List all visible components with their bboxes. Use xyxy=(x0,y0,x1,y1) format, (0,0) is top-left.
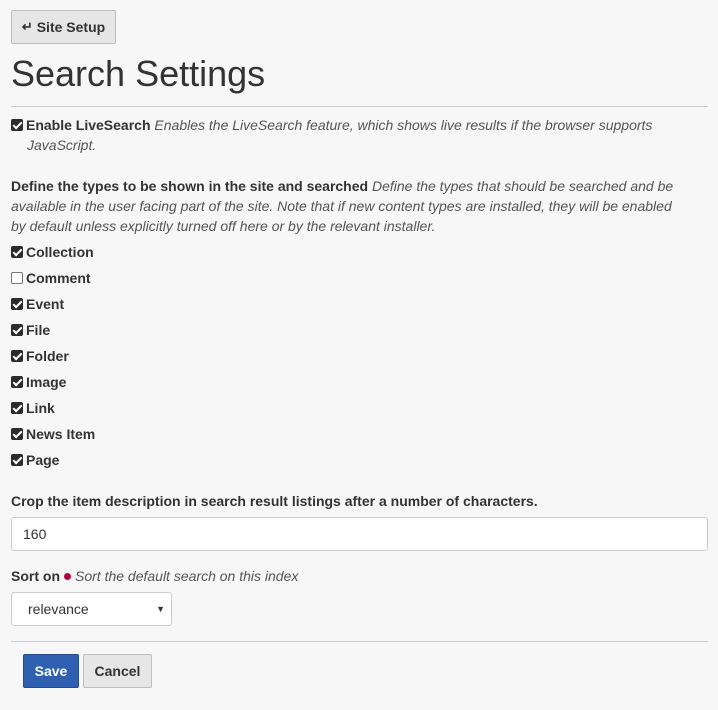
type-row-event[interactable]: Event xyxy=(11,294,64,314)
type-label: News Item xyxy=(26,426,96,442)
sort-select[interactable]: relevance ▼ xyxy=(11,592,172,626)
type-label: Link xyxy=(26,400,55,416)
type-checkbox-image[interactable] xyxy=(11,376,23,388)
type-checkbox-link[interactable] xyxy=(11,402,23,414)
site-setup-button[interactable]: ↵ Site Setup xyxy=(11,10,116,44)
type-row-collection[interactable]: Collection xyxy=(11,242,94,262)
type-row-file[interactable]: File xyxy=(11,320,50,340)
type-checkbox-collection[interactable] xyxy=(11,246,23,258)
cancel-button[interactable]: Cancel xyxy=(83,654,152,688)
type-row-image[interactable]: Image xyxy=(11,372,66,392)
types-help-2: available in the user facing part of the… xyxy=(11,198,672,214)
type-checkbox-folder[interactable] xyxy=(11,350,23,362)
livesearch-help-cont: JavaScript. xyxy=(27,137,97,153)
required-indicator-icon xyxy=(64,573,71,581)
type-label: Comment xyxy=(26,270,91,286)
sort-help: Sort the default search on this index xyxy=(75,568,299,584)
sort-field-label: Sort on Sort the default search on this i… xyxy=(11,566,298,586)
type-label: Image xyxy=(26,374,67,390)
sort-selected-value: relevance xyxy=(28,601,89,617)
livesearch-label: Enable LiveSearch xyxy=(26,117,151,133)
livesearch-checkbox[interactable] xyxy=(11,119,23,131)
save-button[interactable]: Save xyxy=(23,654,79,688)
site-setup-label: Site Setup xyxy=(36,19,106,35)
type-checkbox-comment[interactable] xyxy=(11,272,23,284)
return-arrow-icon: ↵ xyxy=(21,19,33,34)
type-row-news-item[interactable]: News Item xyxy=(11,424,95,444)
type-checkbox-file[interactable] xyxy=(11,324,23,336)
type-label: Page xyxy=(26,452,60,468)
types-help-3: by default unless explicitly turned off … xyxy=(11,218,436,234)
divider-bottom xyxy=(11,641,708,642)
type-label: Folder xyxy=(26,348,69,364)
type-label: Event xyxy=(26,296,65,312)
type-row-folder[interactable]: Folder xyxy=(11,346,69,366)
type-row-link[interactable]: Link xyxy=(11,398,55,418)
type-checkbox-news-item[interactable] xyxy=(11,428,23,440)
type-label: Collection xyxy=(26,244,94,260)
type-label: File xyxy=(26,322,51,338)
types-field-description: Define the types to be shown in the site… xyxy=(11,176,691,236)
livesearch-field: Enable LiveSearch Enables the LiveSearch… xyxy=(11,115,671,155)
types-help-1: Define the types that should be searched… xyxy=(371,178,674,194)
type-row-page[interactable]: Page xyxy=(11,450,59,470)
crop-length-input[interactable] xyxy=(11,517,708,551)
livesearch-help: Enables the LiveSearch feature, which sh… xyxy=(154,117,653,133)
type-checkbox-page[interactable] xyxy=(11,454,23,466)
crop-label: Crop the item description in search resu… xyxy=(11,493,538,509)
divider-top xyxy=(11,106,708,107)
type-row-comment[interactable]: Comment xyxy=(11,268,91,288)
sort-label: Sort on xyxy=(11,568,60,584)
type-checkbox-event[interactable] xyxy=(11,298,23,310)
page-title: Search Settings xyxy=(11,53,266,94)
types-label: Define the types to be shown in the site… xyxy=(11,178,369,194)
caret-down-icon: ▼ xyxy=(156,604,165,614)
